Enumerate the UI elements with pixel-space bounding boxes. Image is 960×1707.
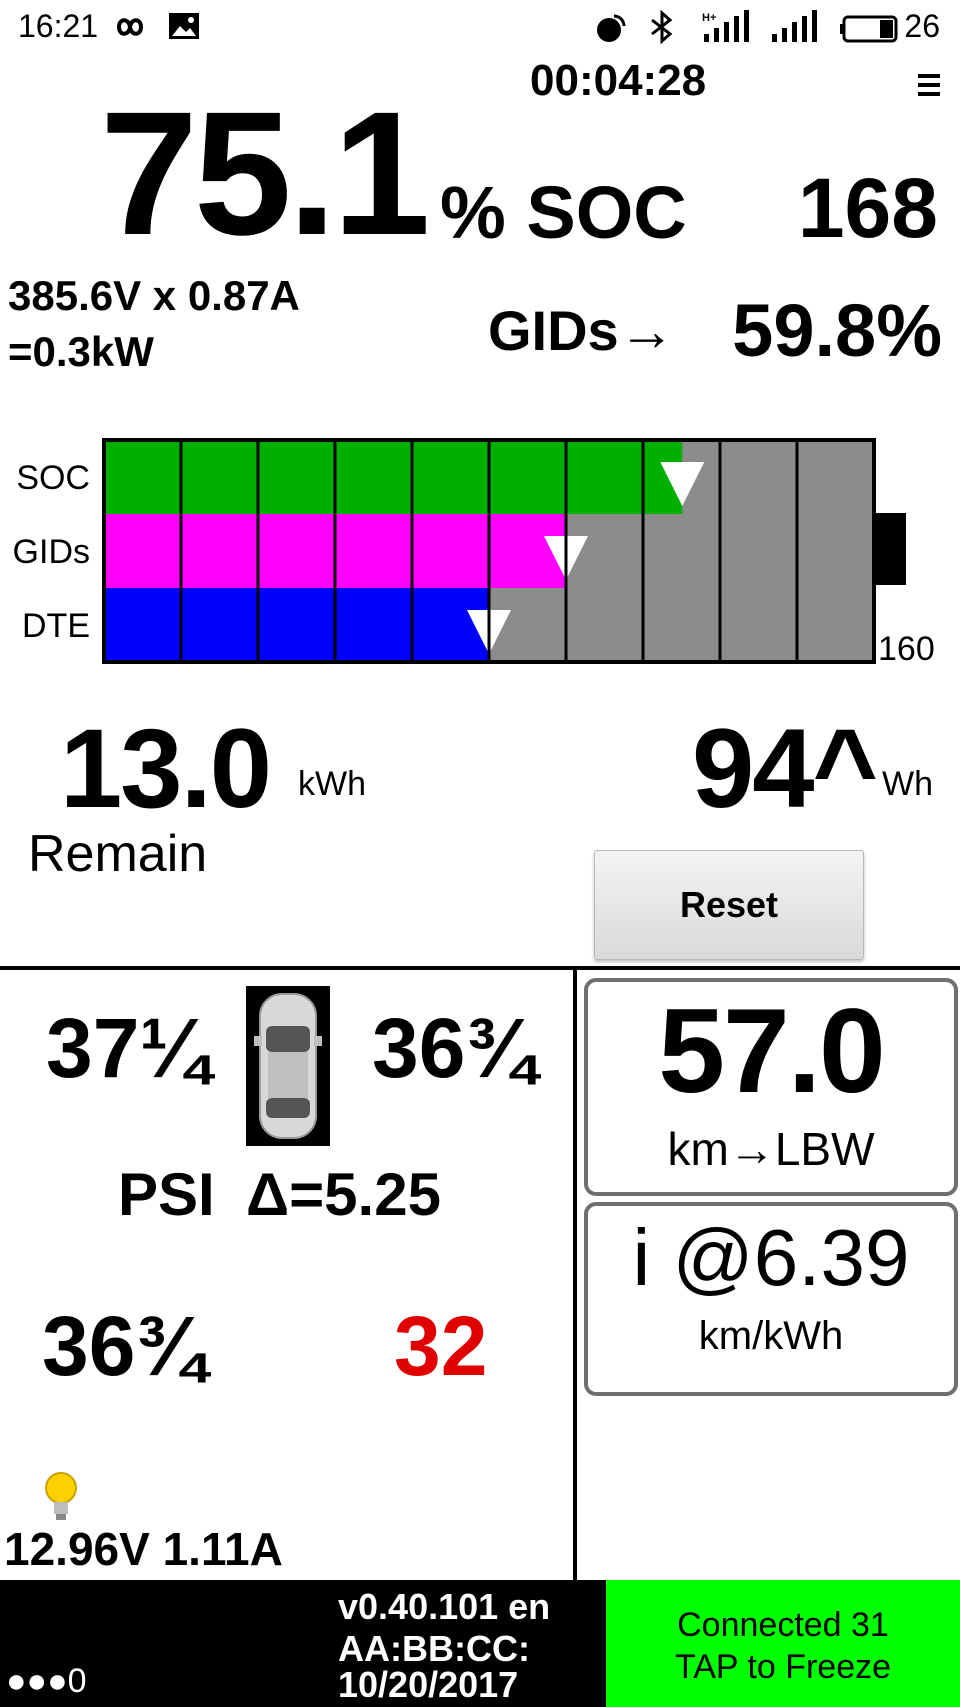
bulb-icon xyxy=(45,1472,77,1520)
remain-kwh-unit: kWh xyxy=(298,765,366,803)
tap-to-freeze-label: TAP to Freeze xyxy=(674,1648,892,1686)
power-voltage-current: 385.6V x 0.87A xyxy=(8,272,300,319)
tire-rear-left: 36¾ xyxy=(42,1299,206,1393)
wh-value: 94^ xyxy=(692,706,878,831)
status-time: 16:21 xyxy=(18,8,99,44)
bar-label-dte: DTE xyxy=(22,607,90,645)
bar-label-gids: GIDs xyxy=(13,533,90,571)
battery-icon xyxy=(840,15,898,43)
power-kw: =0.3kW xyxy=(8,328,154,375)
soc-value: 75.1 xyxy=(100,76,431,272)
battery-percent: 26 xyxy=(904,8,940,44)
tire-front-left: 37¼ xyxy=(46,1001,210,1095)
wh-unit: Wh xyxy=(882,765,933,803)
gids-label: GIDs→ xyxy=(488,299,675,362)
image-icon xyxy=(169,13,199,39)
connection-freeze-button[interactable]: Connected 31 TAP to Freeze xyxy=(606,1580,960,1707)
reset-button[interactable]: Reset xyxy=(594,850,864,960)
remain-kwh-value: 13.0 xyxy=(60,706,272,831)
infinity-icon xyxy=(117,18,144,36)
range-unit: km→LBW xyxy=(667,1123,875,1175)
bluetooth-icon xyxy=(651,10,673,44)
bar-label-soc: SOC xyxy=(16,459,90,497)
efficiency-value: i @6.39 xyxy=(632,1213,910,1302)
gids-percent: 59.8% xyxy=(732,289,942,372)
tire-rear-right: 32 xyxy=(394,1299,488,1393)
efficiency-panel[interactable]: i @6.39 km/kWh xyxy=(584,1202,958,1396)
signal-icon-2 xyxy=(772,10,817,42)
aux-battery-power: 12.96V 1.11A xyxy=(4,1523,283,1575)
efficiency-unit: km/kWh xyxy=(698,1314,844,1358)
remain-label: Remain xyxy=(28,825,208,883)
bar-soc xyxy=(104,440,683,514)
soc-unit: % SOC xyxy=(440,171,687,254)
footer-info: ●●●0 v0.40.101 en AA:BB:CC: 10/20/2017 xyxy=(0,1580,606,1707)
divider-horizontal xyxy=(0,966,960,970)
signal-icon-1: H+ xyxy=(702,10,749,42)
connection-status: Connected 31 xyxy=(677,1606,889,1644)
soc-right-value: 168 xyxy=(797,161,938,255)
psi-delta: Δ=5.25 xyxy=(246,1161,441,1228)
svg-text:H+: H+ xyxy=(702,12,716,24)
build-date: 10/20/2017 xyxy=(338,1664,519,1705)
menu-icon[interactable] xyxy=(918,74,940,101)
bar-dte xyxy=(104,588,489,662)
psi-label: PSI xyxy=(118,1161,215,1228)
tire-front-right: 36¾ xyxy=(372,1001,536,1095)
session-timer: 00:04:28 xyxy=(530,56,707,105)
battery-bars: SOC GIDs DTE 160 xyxy=(13,438,935,666)
battery-terminal xyxy=(876,513,906,585)
location-icon xyxy=(597,14,626,42)
scale-end-label: 160 xyxy=(878,630,935,666)
car-icon xyxy=(246,986,330,1146)
divider-vertical xyxy=(573,970,577,1580)
app-version: v0.40.101 en xyxy=(338,1586,551,1627)
progress-dots: ●●●0 xyxy=(6,1662,87,1700)
range-value: 57.0 xyxy=(658,984,886,1118)
range-panel[interactable]: 57.0 km→LBW xyxy=(584,978,958,1196)
